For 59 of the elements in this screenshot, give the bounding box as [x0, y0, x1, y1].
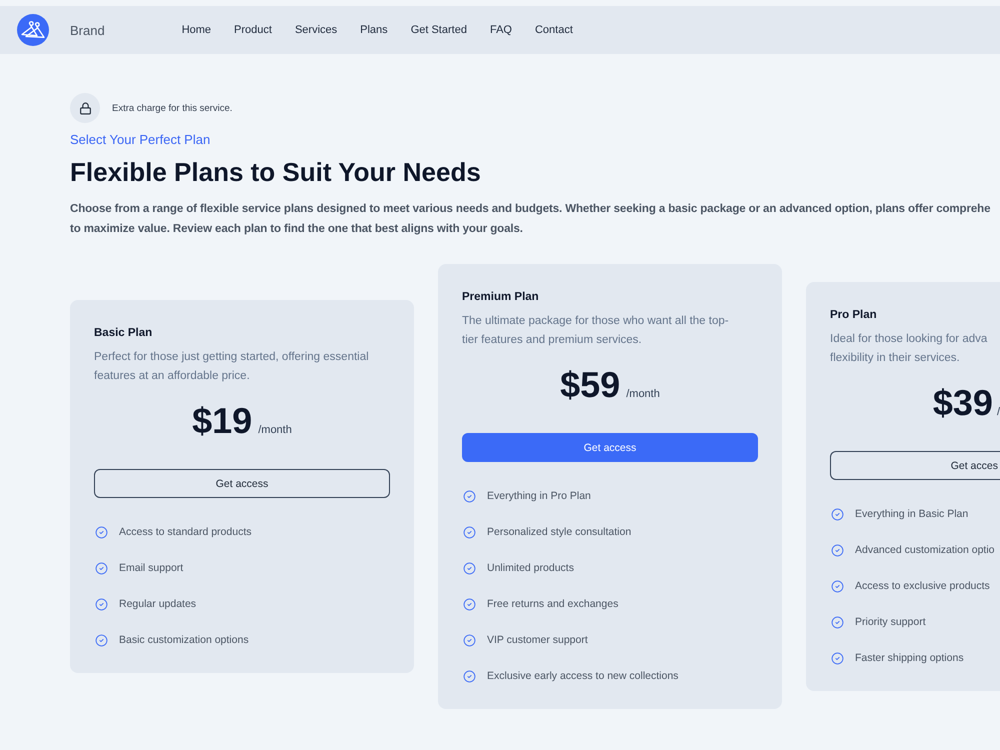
nav-link[interactable]: Services	[294, 24, 338, 36]
feature-text: Personalized style consultation	[487, 526, 632, 538]
hanger-logo-icon[interactable]	[17, 14, 49, 46]
feature-text: Everything in Basic Plan	[855, 508, 968, 520]
feature-text: Regular updates	[119, 598, 196, 610]
intro-paragraph: Choose from a range of flexible service plans designed to meet various needs and budgets. Whether seeking a basic package or an advanced option, plans offer comprehe to maximize value. Review each plan to find the one that best aligns with your goals.	[70, 202, 992, 237]
plan-title: Pro Plan	[830, 308, 878, 323]
check-circle-icon	[95, 562, 108, 574]
check-circle-icon	[463, 634, 476, 646]
nav-link[interactable]: Get Started	[410, 24, 467, 36]
check-circle-icon	[95, 598, 108, 610]
check-circle-icon	[463, 526, 476, 538]
nav-link[interactable]: Contact	[534, 24, 573, 36]
feature-text: Unlimited products	[487, 562, 574, 574]
feature-text: Priority support	[855, 616, 926, 628]
get-access-button[interactable]: Get access	[94, 469, 390, 498]
plan-description: The ultimate package for those who want all the top- tier features and premium services.	[462, 314, 730, 348]
check-circle-icon	[831, 544, 844, 556]
check-circle-icon	[463, 598, 476, 610]
price-period: /	[996, 406, 1000, 418]
price-period: /month	[626, 388, 660, 400]
feature-text: Exclusive early access to new collections	[487, 670, 678, 682]
feature-text: Faster shipping options	[855, 652, 964, 664]
price-amount: $59	[560, 365, 620, 405]
check-circle-icon	[463, 490, 476, 502]
check-circle-icon	[95, 526, 108, 538]
check-circle-icon	[831, 580, 844, 592]
feature-text: Email support	[119, 562, 184, 574]
check-circle-icon	[831, 508, 844, 520]
check-circle-icon	[831, 652, 844, 664]
check-circle-icon	[463, 562, 476, 574]
price-period: /month	[258, 424, 292, 436]
feature-text: Everything in Pro Plan	[487, 490, 591, 502]
plan-description: Perfect for those just getting started, offering essential features at an affordable price.	[94, 350, 370, 384]
feature-text: Access to standard products	[119, 526, 252, 538]
feature-text: Advanced customization optio	[855, 544, 994, 556]
nav-link[interactable]: FAQ	[490, 24, 512, 36]
section-label: Select Your Perfect Plan	[70, 131, 212, 148]
plan-title: Premium Plan	[462, 290, 540, 305]
lock-icon	[70, 93, 100, 123]
plan-description: Ideal for those looking for adva flexibility in their services.	[830, 332, 988, 366]
nav-link[interactable]: Plans	[360, 24, 388, 36]
feature-text: Basic customization options	[119, 634, 249, 646]
get-access-button[interactable]: Get access	[462, 433, 758, 462]
feature-text: Free returns and exchanges	[487, 598, 618, 610]
feature-text: Access to exclusive products	[855, 580, 990, 592]
brand-name: Brand	[70, 22, 105, 38]
notice-text: Extra charge for this service.	[112, 102, 232, 114]
page-heading: Flexible Plans to Suit Your Needs	[70, 156, 482, 188]
plan-title: Basic Plan	[94, 326, 154, 341]
price-amount: $19	[192, 401, 252, 441]
get-access-button[interactable]: Get acces	[830, 451, 1000, 480]
feature-text: VIP customer support	[487, 634, 588, 646]
check-circle-icon	[95, 634, 108, 646]
price-amount: $39	[932, 383, 993, 423]
nav-link[interactable]: Product	[234, 24, 272, 36]
nav-link[interactable]: Home	[182, 24, 212, 36]
check-circle-icon	[831, 616, 844, 628]
check-circle-icon	[463, 670, 476, 682]
